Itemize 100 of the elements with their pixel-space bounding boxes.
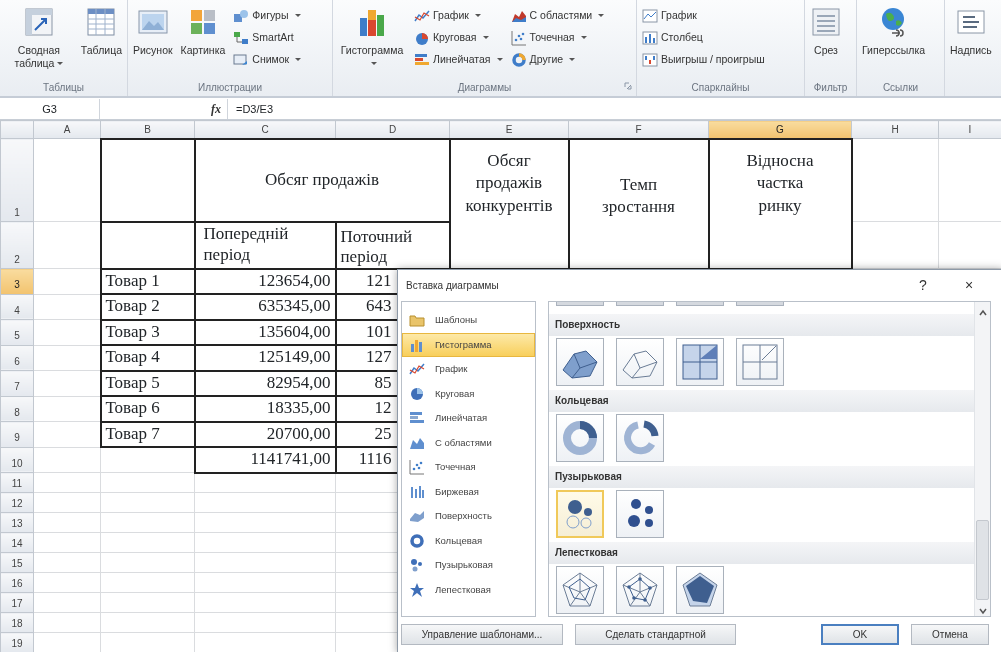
row-header[interactable]: 12 [0, 492, 34, 513]
ribbon-button[interactable]: Гиперссылка [860, 6, 928, 57]
ribbon-button[interactable]: Выигрыш / проигрыш [640, 50, 767, 69]
ribbon-button[interactable]: Столбец [640, 28, 767, 47]
column-header[interactable]: E [449, 120, 569, 139]
column-header[interactable]: B [100, 120, 195, 139]
caret-icon [580, 36, 587, 39]
row-header[interactable]: 3 [0, 268, 34, 294]
star-icon [409, 581, 425, 598]
row-header[interactable]: 9 [0, 421, 34, 447]
row-header[interactable]: 18 [0, 612, 34, 633]
chart-thumbnail[interactable] [676, 302, 724, 306]
chart-thumbnail[interactable] [676, 566, 724, 614]
row-header[interactable]: 5 [0, 319, 34, 345]
ribbon-button[interactable]: Снимок [231, 50, 304, 69]
chart-thumbnail[interactable] [556, 338, 604, 386]
chart-type-item[interactable]: График [402, 357, 535, 382]
column-header[interactable]: G [708, 120, 852, 139]
table-cell: 1141741,00 [194, 447, 336, 473]
chart-thumbnail[interactable] [616, 338, 664, 386]
row-header[interactable]: 4 [0, 294, 34, 320]
row-header[interactable]: 16 [0, 572, 34, 593]
chart-thumbnail[interactable] [616, 566, 664, 614]
chart-thumbnail[interactable] [556, 414, 604, 462]
launcher-icon[interactable] [624, 82, 632, 91]
chart-type-item[interactable]: Шаблоны [402, 308, 535, 333]
formula-field[interactable]: =D3/E3 [227, 98, 1001, 119]
column-header[interactable]: F [568, 120, 709, 139]
chart-type-item[interactable]: С областями [402, 430, 535, 455]
chart-type-item[interactable]: Кольцевая [402, 528, 535, 553]
ribbon-button[interactable]: График [412, 6, 505, 25]
chart-type-item[interactable]: Поверхность [402, 504, 535, 529]
row-header[interactable]: 7 [0, 370, 34, 396]
dialog-button[interactable]: Отмена [911, 624, 989, 645]
chart-thumbnail[interactable] [736, 302, 784, 306]
table-cell: 85 [374, 372, 392, 392]
ribbon-button[interactable]: SmartArt [231, 28, 304, 47]
ribbon-button[interactable]: Точечная [508, 28, 607, 47]
row-header[interactable]: 13 [0, 512, 34, 533]
ribbon-button[interactable]: Срез [808, 6, 844, 57]
row-header[interactable]: 17 [0, 592, 34, 613]
chart-type-item[interactable]: Биржевая [402, 479, 535, 504]
row-header[interactable]: 6 [0, 345, 34, 371]
ribbon-button[interactable]: Другие [508, 50, 607, 69]
column-header[interactable]: C [194, 120, 336, 139]
ribbon-button[interactable]: Гистограмма [336, 6, 408, 70]
ribbon-button[interactable]: С областями [508, 6, 607, 25]
row-header[interactable]: 1 [0, 138, 34, 222]
shapes-icon [233, 7, 250, 24]
ribbon-button[interactable]: Сводная таблица [3, 6, 75, 70]
row-header[interactable]: 11 [0, 472, 34, 493]
chart-thumbnail[interactable] [556, 566, 604, 614]
chart-type-item[interactable]: Гистограмма [402, 332, 535, 357]
table-cell: 1116 [358, 449, 392, 469]
row-header[interactable]: 2 [0, 221, 34, 269]
chart-thumbnail[interactable] [616, 414, 664, 462]
screen-icon [233, 51, 250, 68]
caret-icon [598, 14, 605, 17]
table-cell: Товар 2 [100, 294, 195, 320]
caret-icon [295, 58, 302, 61]
table-cell: Товар 3 [100, 319, 195, 345]
pie-chart-icon [409, 385, 425, 402]
function-button[interactable]: fx [205, 99, 227, 118]
donut-chart-icon [560, 418, 600, 458]
column-header[interactable]: I [938, 120, 1001, 139]
chart-thumbnail[interactable] [676, 338, 724, 386]
column-header[interactable]: A [33, 120, 101, 139]
ribbon-button[interactable]: Фигуры [231, 6, 304, 25]
chart-thumbnail[interactable] [736, 338, 784, 386]
column-header[interactable]: H [851, 120, 939, 139]
row-header[interactable]: 15 [0, 552, 34, 573]
chart-type-item[interactable]: Точечная [402, 455, 535, 480]
dialog-button[interactable]: Управление шаблонами... [401, 624, 563, 645]
caret-icon [370, 62, 377, 66]
dialog-button[interactable]: OK [821, 624, 899, 645]
column-header[interactable]: D [335, 120, 450, 139]
dialog-button[interactable]: Сделать стандартной [575, 624, 736, 645]
ribbon-button[interactable]: Таблица [78, 6, 124, 57]
scroll-thumb[interactable] [976, 520, 989, 600]
name-box[interactable]: G3 [0, 98, 100, 119]
chart-type-item[interactable]: Линейчатая [402, 406, 535, 431]
caret-icon [482, 36, 489, 39]
ribbon-button[interactable]: График [640, 6, 767, 25]
column-chart-icon [642, 29, 658, 46]
row-header[interactable]: 10 [0, 447, 34, 473]
chart-type-item[interactable]: Пузырьковая [402, 553, 535, 578]
chart-thumbnail[interactable] [556, 490, 604, 538]
donut-chart-icon [510, 51, 527, 68]
ribbon-button[interactable]: Рисунок [131, 6, 175, 57]
row-header[interactable]: 14 [0, 532, 34, 553]
ribbon-button[interactable]: Картинка [178, 6, 228, 57]
ribbon-button[interactable]: Круговая [412, 28, 505, 47]
ribbon-button[interactable]: Надпись [948, 6, 994, 57]
ribbon-button[interactable]: Линейчатая [412, 50, 505, 69]
chart-thumbnail[interactable] [556, 302, 604, 306]
chart-type-item[interactable]: Лепестковая [402, 577, 535, 602]
row-header[interactable]: 8 [0, 396, 34, 422]
chart-thumbnail[interactable] [616, 302, 664, 306]
chart-type-item[interactable]: Круговая [402, 381, 535, 406]
chart-thumbnail[interactable] [616, 490, 664, 538]
